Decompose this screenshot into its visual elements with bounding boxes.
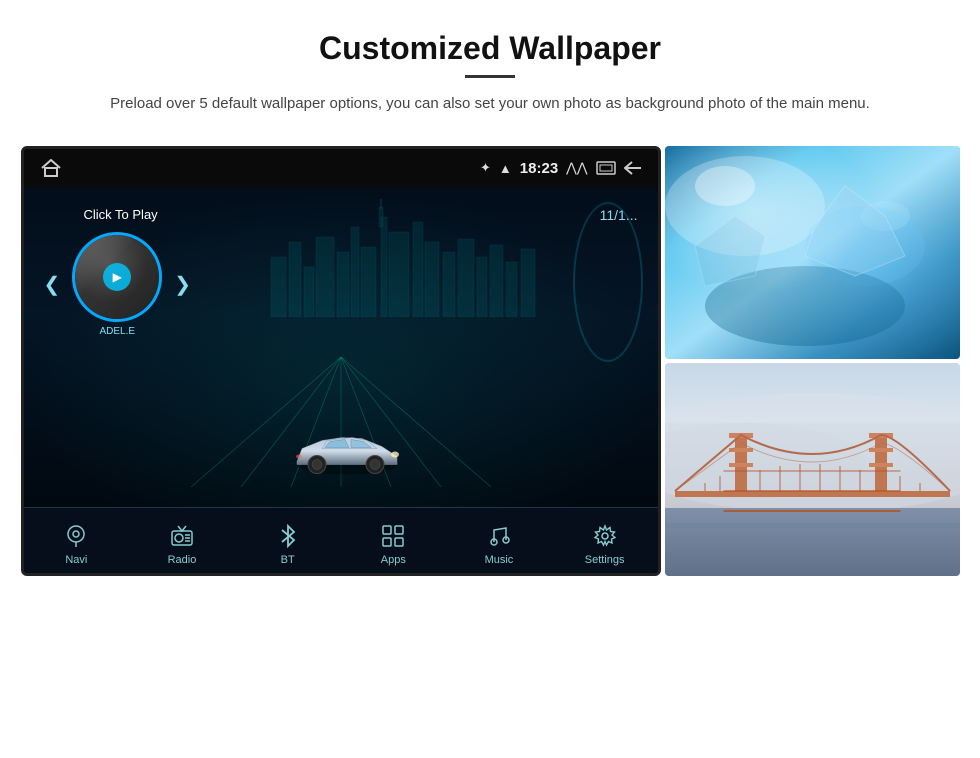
album-art[interactable]: ▶ [72, 232, 162, 322]
home-icon [40, 159, 62, 177]
nav-item-settings[interactable]: Settings [570, 522, 640, 566]
settings-icon [591, 522, 619, 550]
page-title: Customized Wallpaper [110, 30, 870, 67]
city-skyline [251, 197, 551, 317]
side-image-blue-water [665, 146, 960, 359]
side-images [665, 146, 960, 576]
status-bar: ✦ ▲ 18:23 ⋀⋀ [24, 149, 658, 187]
content-area: ✦ ▲ 18:23 ⋀⋀ [40, 146, 940, 576]
music-section: Click To Play ❮ ▶ ADEL.E ❯ [44, 207, 192, 337]
bluetooth-icon: ✦ [480, 160, 491, 176]
window-icon [596, 161, 616, 175]
next-button[interactable]: ❯ [174, 272, 191, 297]
title-divider [465, 75, 515, 78]
settings-label: Settings [585, 554, 625, 566]
car-display [287, 424, 407, 489]
page-wrapper: Customized Wallpaper Preload over 5 defa… [0, 0, 980, 758]
radio-icon [168, 522, 196, 550]
apps-label: Apps [381, 554, 406, 566]
music-icon [485, 522, 513, 550]
up-arrows-icon: ⋀⋀ [566, 160, 587, 176]
music-label: Music [485, 554, 514, 566]
music-player: ❮ ▶ ADEL.E ❯ [44, 232, 192, 337]
time-display: 18:23 [520, 160, 558, 177]
nav-item-radio[interactable]: Radio [147, 522, 217, 566]
screen-main: Click To Play ❮ ▶ ADEL.E ❯ [24, 187, 658, 507]
bottom-nav: Navi Radio [24, 507, 658, 576]
wifi-icon: ▲ [499, 161, 512, 176]
click-to-play-label: Click To Play [84, 207, 158, 222]
back-icon [624, 161, 642, 175]
status-center: ✦ ▲ 18:23 ⋀⋀ [480, 160, 641, 177]
gauge-decoration [573, 202, 643, 362]
nav-item-music[interactable]: Music [464, 522, 534, 566]
nav-item-apps[interactable]: Apps [358, 522, 428, 566]
radio-label: Radio [168, 554, 197, 566]
apps-icon [379, 522, 407, 550]
bt-label: BT [281, 554, 295, 566]
play-button[interactable]: ▶ [103, 263, 131, 291]
title-section: Customized Wallpaper Preload over 5 defa… [110, 30, 870, 136]
device-screenshot: ✦ ▲ 18:23 ⋀⋀ [21, 146, 661, 576]
artist-label: ADEL.E [72, 326, 162, 337]
album-inner: ▶ [75, 232, 159, 322]
page-description: Preload over 5 default wallpaper options… [110, 92, 870, 116]
navi-icon [62, 522, 90, 550]
nav-item-navi[interactable]: Navi [41, 522, 111, 566]
side-image-golden-gate [665, 363, 960, 576]
nav-item-bt[interactable]: BT [253, 522, 323, 566]
navi-label: Navi [65, 554, 87, 566]
prev-button[interactable]: ❮ [44, 272, 61, 297]
status-left [40, 159, 62, 177]
bt-icon [274, 522, 302, 550]
